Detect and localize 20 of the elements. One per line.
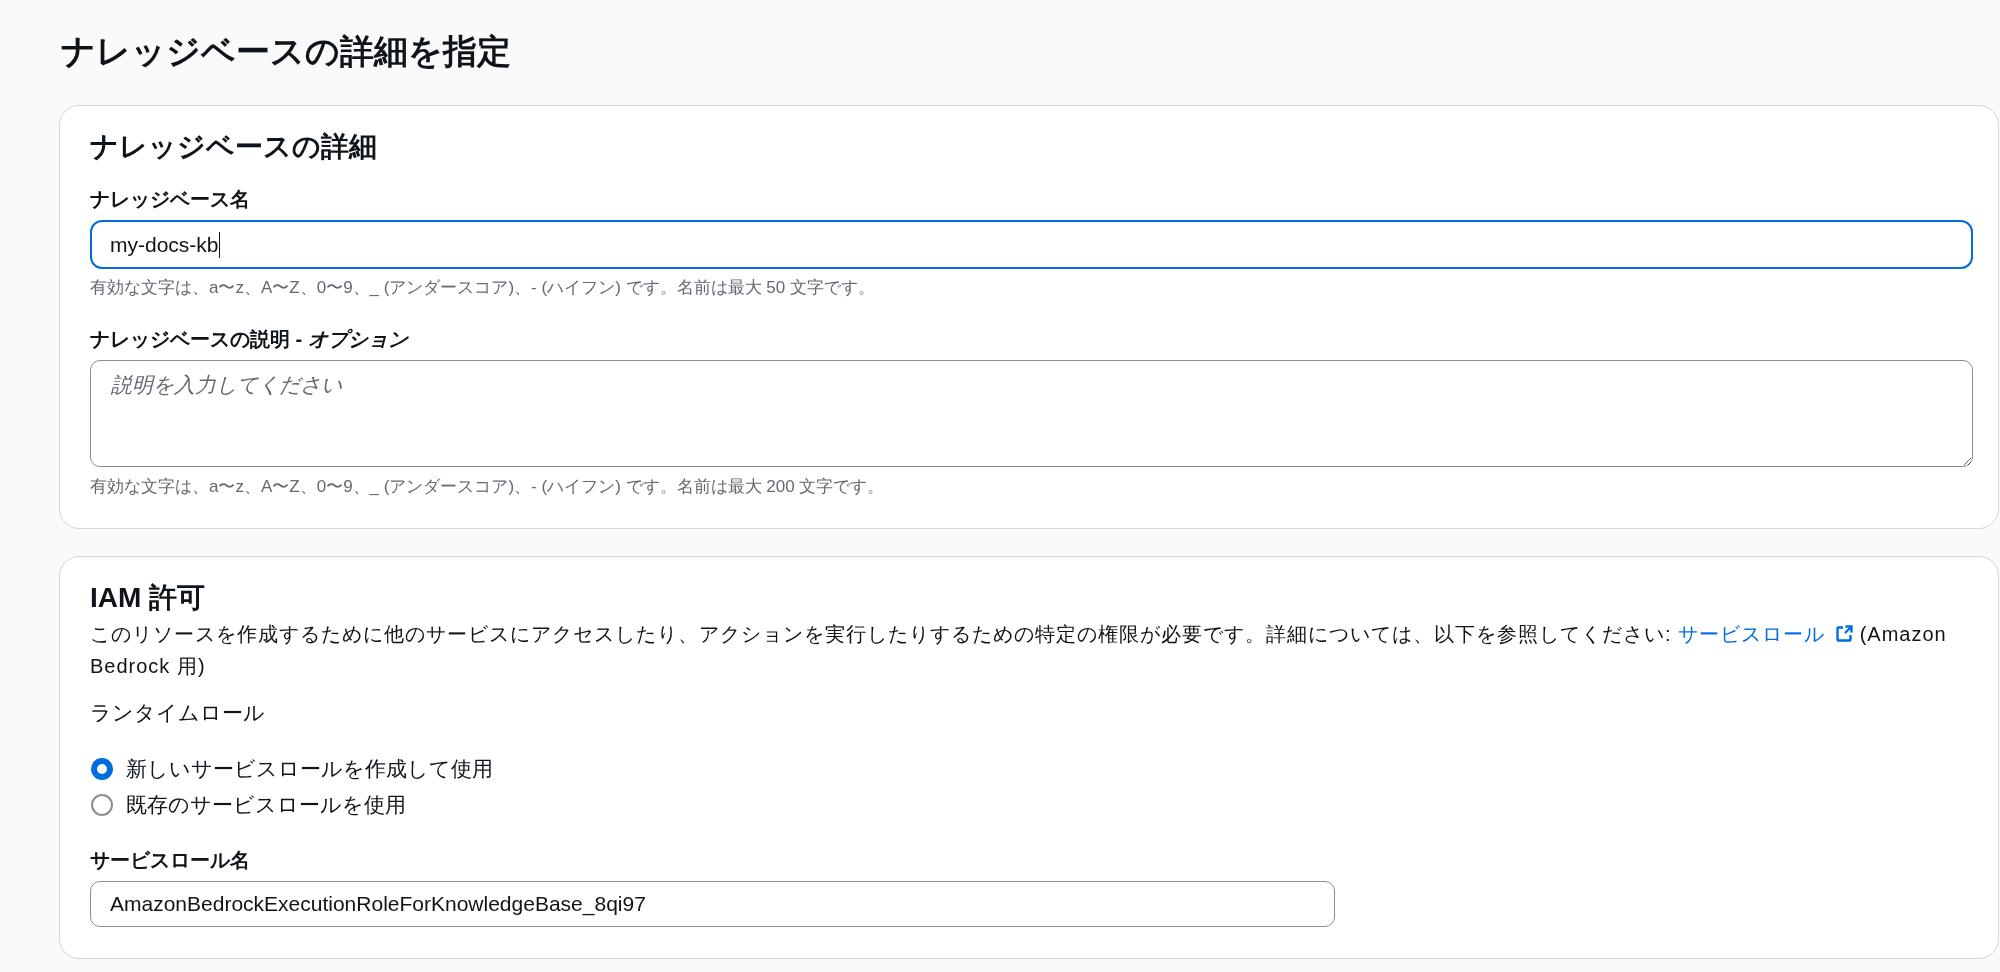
field-hint: 有効な文字は、a〜z、A〜Z、0〜9、_ (アンダースコア)、- (ハイフン) です。名前は最大 200 文字です。 [90,476,886,498]
service-role-name-input[interactable]: AmazonBedrockExecutionRoleForKnowledgeBase_8qi97 [90,881,1335,927]
section-heading: ナレッジベースの詳細 [90,130,378,164]
service-role-link[interactable]: サービスロール [1678,623,1854,645]
iam-description: このリソースを作成するために他のサービスにアクセスしたり、アクションを実行したりするための特定の権限が必要です。詳細については、以下を参照してください: サービスロール (Amazon Bedrock 用) [90,622,1948,679]
runtime-role-label: ランタイムロール [90,700,266,726]
text-cursor-icon [218,231,221,258]
field-hint: 有効な文字は、a〜z、A〜Z、0〜9、_ (アンダースコア)、- (ハイフン) です。名前は最大 50 文字です。 [90,277,876,299]
radio-label[interactable]: 新しいサービスロールを作成して使用 [126,753,493,785]
knowledge-base-name-input[interactable]: my-docs-kb [90,220,1973,269]
radio-button[interactable] [91,794,113,816]
radio-button[interactable] [91,758,113,780]
description-textarea[interactable]: 説明を入力してください [90,360,1973,467]
field-label: ナレッジベースの説明 - オプション [90,327,410,352]
field-label: ナレッジベース名 [90,187,251,212]
section-heading: IAM 許可 [90,581,207,615]
radio-label[interactable]: 既存のサービスロールを使用 [126,789,406,821]
field-label: サービスロール名 [90,848,251,873]
external-link-icon [1835,625,1854,643]
page-title: ナレッジベースの詳細を指定 [61,31,511,72]
